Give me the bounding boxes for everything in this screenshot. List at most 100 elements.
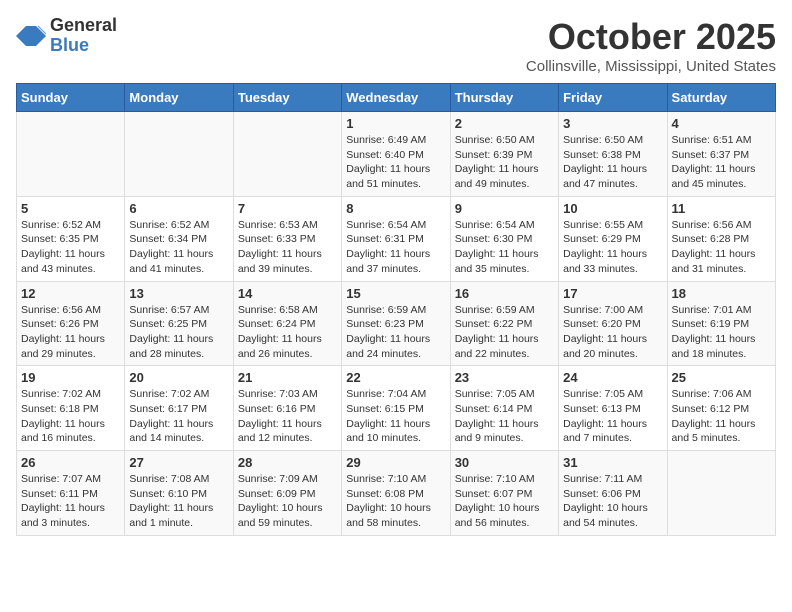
header-row: Sunday Monday Tuesday Wednesday Thursday… [17, 84, 776, 112]
calendar-cell: 15 Sunrise: 6:59 AM Sunset: 6:23 PM Dayli… [342, 281, 450, 366]
calendar-cell: 5 Sunrise: 6:52 AM Sunset: 6:35 PM Daylig… [17, 196, 125, 281]
calendar-cell: 3 Sunrise: 6:50 AM Sunset: 6:38 PM Daylig… [559, 112, 667, 197]
day-number: 9 [455, 201, 554, 216]
calendar-cell: 9 Sunrise: 6:54 AM Sunset: 6:30 PM Daylig… [450, 196, 558, 281]
day-details: Sunrise: 7:08 AM Sunset: 6:10 PM Dayligh… [129, 472, 228, 531]
col-tuesday: Tuesday [233, 84, 341, 112]
calendar-cell [667, 451, 775, 536]
day-number: 10 [563, 201, 662, 216]
calendar-cell: 1 Sunrise: 6:49 AM Sunset: 6:40 PM Daylig… [342, 112, 450, 197]
day-number: 3 [563, 116, 662, 131]
day-details: Sunrise: 7:01 AM Sunset: 6:19 PM Dayligh… [672, 303, 771, 362]
day-number: 6 [129, 201, 228, 216]
calendar-cell: 22Sunrise: 7:04 AM Sunset: 6:15 PM Dayli… [342, 366, 450, 451]
calendar-cell: 14Sunrise: 6:58 AM Sunset: 6:24 PM Dayli… [233, 281, 341, 366]
day-details: Sunrise: 6:58 AM Sunset: 6:24 PM Dayligh… [238, 303, 337, 362]
day-number: 5 [21, 201, 120, 216]
day-number: 30 [455, 455, 554, 470]
col-thursday: Thursday [450, 84, 558, 112]
logo-general-label: General [50, 16, 117, 36]
day-number: 8 [346, 201, 445, 216]
calendar-cell: 17Sunrise: 7:00 AM Sunset: 6:20 PM Dayli… [559, 281, 667, 366]
day-number: 27 [129, 455, 228, 470]
calendar-cell: 8 Sunrise: 6:54 AM Sunset: 6:31 PM Daylig… [342, 196, 450, 281]
calendar-week-3: 12 Sunrise: 6:56 AM Sunset: 6:26 PM Dayli… [17, 281, 776, 366]
calendar-week-1: 1 Sunrise: 6:49 AM Sunset: 6:40 PM Daylig… [17, 112, 776, 197]
day-number: 15 [346, 286, 445, 301]
calendar-table: Sunday Monday Tuesday Wednesday Thursday… [16, 83, 776, 536]
calendar-cell: 20 Sunrise: 7:02 AM Sunset: 6:17 PM Dayli… [125, 366, 233, 451]
day-details: Sunrise: 7:02 AM Sunset: 6:17 PM Dayligh… [129, 387, 228, 446]
day-number: 16 [455, 286, 554, 301]
col-friday: Friday [559, 84, 667, 112]
day-details: Sunrise: 7:04 AM Sunset: 6:15 PM Dayligh… [346, 387, 445, 446]
day-number: 19 [21, 370, 120, 385]
logo-icon [16, 21, 46, 51]
day-number: 2 [455, 116, 554, 131]
day-details: Sunrise: 6:51 AM Sunset: 6:37 PM Dayligh… [672, 133, 771, 192]
calendar-cell: 10 Sunrise: 6:55 AM Sunset: 6:29 PM Dayli… [559, 196, 667, 281]
logo-text: General Blue [50, 16, 117, 56]
logo: General Blue [16, 16, 117, 56]
calendar-cell: 27 Sunrise: 7:08 AM Sunset: 6:10 PM Dayli… [125, 451, 233, 536]
calendar-week-2: 5 Sunrise: 6:52 AM Sunset: 6:35 PM Daylig… [17, 196, 776, 281]
day-number: 25 [672, 370, 771, 385]
day-details: Sunrise: 7:11 AM Sunset: 6:06 PM Dayligh… [563, 472, 662, 531]
day-number: 21 [238, 370, 337, 385]
day-details: Sunrise: 6:54 AM Sunset: 6:31 PM Dayligh… [346, 218, 445, 277]
day-details: Sunrise: 7:06 AM Sunset: 6:12 PM Dayligh… [672, 387, 771, 446]
day-details: Sunrise: 6:50 AM Sunset: 6:39 PM Dayligh… [455, 133, 554, 192]
day-number: 12 [21, 286, 120, 301]
day-number: 26 [21, 455, 120, 470]
calendar-cell: 7 Sunrise: 6:53 AM Sunset: 6:33 PM Daylig… [233, 196, 341, 281]
calendar-week-4: 19 Sunrise: 7:02 AM Sunset: 6:18 PM Dayli… [17, 366, 776, 451]
calendar-cell [17, 112, 125, 197]
day-details: Sunrise: 6:49 AM Sunset: 6:40 PM Dayligh… [346, 133, 445, 192]
calendar-body: 1 Sunrise: 6:49 AM Sunset: 6:40 PM Daylig… [17, 112, 776, 536]
calendar-cell: 31 Sunrise: 7:11 AM Sunset: 6:06 PM Dayli… [559, 451, 667, 536]
logo-blue-label: Blue [50, 36, 117, 56]
col-sunday: Sunday [17, 84, 125, 112]
day-number: 23 [455, 370, 554, 385]
day-details: Sunrise: 6:52 AM Sunset: 6:35 PM Dayligh… [21, 218, 120, 277]
day-details: Sunrise: 7:09 AM Sunset: 6:09 PM Dayligh… [238, 472, 337, 531]
month-title: October 2025 [526, 16, 776, 58]
calendar-cell: 23 Sunrise: 7:05 AM Sunset: 6:14 PM Dayli… [450, 366, 558, 451]
day-details: Sunrise: 6:54 AM Sunset: 6:30 PM Dayligh… [455, 218, 554, 277]
day-number: 11 [672, 201, 771, 216]
calendar-cell: 18Sunrise: 7:01 AM Sunset: 6:19 PM Dayli… [667, 281, 775, 366]
day-number: 17 [563, 286, 662, 301]
calendar-cell: 4 Sunrise: 6:51 AM Sunset: 6:37 PM Daylig… [667, 112, 775, 197]
calendar-cell: 21Sunrise: 7:03 AM Sunset: 6:16 PM Dayli… [233, 366, 341, 451]
calendar-cell: 28 Sunrise: 7:09 AM Sunset: 6:09 PM Dayli… [233, 451, 341, 536]
day-details: Sunrise: 6:59 AM Sunset: 6:22 PM Dayligh… [455, 303, 554, 362]
calendar-cell: 2 Sunrise: 6:50 AM Sunset: 6:39 PM Daylig… [450, 112, 558, 197]
day-number: 7 [238, 201, 337, 216]
day-number: 31 [563, 455, 662, 470]
day-details: Sunrise: 6:50 AM Sunset: 6:38 PM Dayligh… [563, 133, 662, 192]
day-details: Sunrise: 7:10 AM Sunset: 6:08 PM Dayligh… [346, 472, 445, 531]
day-number: 1 [346, 116, 445, 131]
calendar-cell: 30 Sunrise: 7:10 AM Sunset: 6:07 PM Dayli… [450, 451, 558, 536]
day-details: Sunrise: 6:59 AM Sunset: 6:23 PM Dayligh… [346, 303, 445, 362]
day-number: 24 [563, 370, 662, 385]
location-label: Collinsville, Mississippi, United States [526, 58, 776, 75]
calendar-cell: 16 Sunrise: 6:59 AM Sunset: 6:22 PM Dayli… [450, 281, 558, 366]
day-number: 4 [672, 116, 771, 131]
calendar-cell: 13Sunrise: 6:57 AM Sunset: 6:25 PM Dayli… [125, 281, 233, 366]
title-block: October 2025 Collinsville, Mississippi, … [526, 16, 776, 75]
calendar-cell: 24Sunrise: 7:05 AM Sunset: 6:13 PM Dayli… [559, 366, 667, 451]
day-details: Sunrise: 7:05 AM Sunset: 6:14 PM Dayligh… [455, 387, 554, 446]
day-number: 20 [129, 370, 228, 385]
day-details: Sunrise: 6:53 AM Sunset: 6:33 PM Dayligh… [238, 218, 337, 277]
day-details: Sunrise: 6:56 AM Sunset: 6:26 PM Dayligh… [21, 303, 120, 362]
day-details: Sunrise: 6:55 AM Sunset: 6:29 PM Dayligh… [563, 218, 662, 277]
day-number: 13 [129, 286, 228, 301]
calendar-cell [125, 112, 233, 197]
day-details: Sunrise: 7:10 AM Sunset: 6:07 PM Dayligh… [455, 472, 554, 531]
col-monday: Monday [125, 84, 233, 112]
day-details: Sunrise: 7:02 AM Sunset: 6:18 PM Dayligh… [21, 387, 120, 446]
calendar-week-5: 26Sunrise: 7:07 AM Sunset: 6:11 PM Dayli… [17, 451, 776, 536]
calendar-cell: 25 Sunrise: 7:06 AM Sunset: 6:12 PM Dayli… [667, 366, 775, 451]
day-number: 28 [238, 455, 337, 470]
